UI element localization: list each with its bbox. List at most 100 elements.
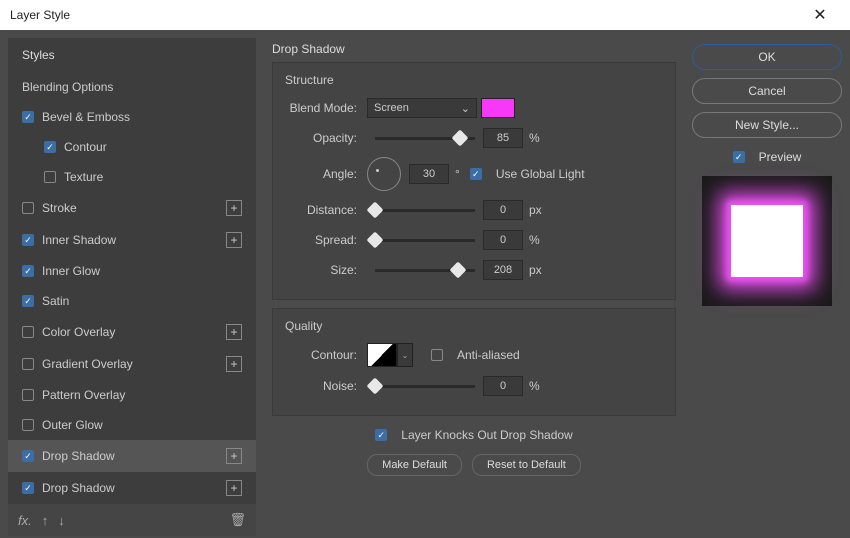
sidebar-item-label: Stroke xyxy=(42,201,77,215)
sidebar-item-contour[interactable]: ✓ Contour xyxy=(8,132,256,162)
knocks-out-label: Layer Knocks Out Drop Shadow xyxy=(401,428,572,442)
shadow-color-swatch[interactable] xyxy=(481,98,515,118)
style-checkbox[interactable]: ✓ xyxy=(22,450,34,462)
sidebar-item-label: Inner Shadow xyxy=(42,233,116,247)
add-effect-icon[interactable]: + xyxy=(226,200,242,216)
preview-box xyxy=(702,176,832,306)
sidebar-item-drop-shadow[interactable]: ✓ Drop Shadow + xyxy=(8,472,256,504)
preview-glow xyxy=(731,205,803,277)
sidebar-item-stroke[interactable]: Stroke + xyxy=(8,192,256,224)
sidebar-item-label: Bevel & Emboss xyxy=(42,110,130,124)
style-checkbox[interactable] xyxy=(22,202,34,214)
styles-sidebar: Styles Blending Options ✓Bevel & Emboss✓… xyxy=(8,38,256,530)
sidebar-blending-options[interactable]: Blending Options xyxy=(8,72,256,102)
sidebar-item-label: Outer Glow xyxy=(42,418,103,432)
size-slider[interactable] xyxy=(375,269,475,272)
style-checkbox[interactable]: ✓ xyxy=(22,111,34,123)
sidebar-item-inner-shadow[interactable]: ✓ Inner Shadow + xyxy=(8,224,256,256)
sidebar-item-texture[interactable]: Texture xyxy=(8,162,256,192)
ok-button[interactable]: OK xyxy=(692,44,842,70)
sidebar-item-label: Drop Shadow xyxy=(42,481,115,495)
sidebar-item-label: Texture xyxy=(64,170,103,184)
noise-label: Noise: xyxy=(285,379,367,393)
blend-mode-label: Blend Mode: xyxy=(285,101,367,115)
style-checkbox[interactable]: ✓ xyxy=(22,265,34,277)
distance-label: Distance: xyxy=(285,203,367,217)
new-style-button[interactable]: New Style... xyxy=(692,112,842,138)
sidebar-item-satin[interactable]: ✓ Satin xyxy=(8,286,256,316)
sidebar-item-label: Color Overlay xyxy=(42,325,115,339)
fx-icon[interactable]: fx. xyxy=(18,513,32,528)
style-checkbox[interactable]: ✓ xyxy=(44,141,56,153)
structure-group: Structure Blend Mode: Screen⌄ Opacity: %… xyxy=(272,62,676,300)
add-effect-icon[interactable]: + xyxy=(226,356,242,372)
sidebar-item-label: Drop Shadow xyxy=(42,449,115,463)
sidebar-item-label: Inner Glow xyxy=(42,264,100,278)
distance-input[interactable] xyxy=(483,200,523,220)
reset-default-button[interactable]: Reset to Default xyxy=(472,454,581,476)
opacity-input[interactable] xyxy=(483,128,523,148)
style-checkbox[interactable]: ✓ xyxy=(22,234,34,246)
size-input[interactable] xyxy=(483,260,523,280)
chevron-down-icon: ⌄ xyxy=(461,102,470,115)
arrow-down-icon[interactable]: ↓ xyxy=(58,513,65,528)
sidebar-header: Styles xyxy=(8,38,256,72)
sidebar-item-label: Contour xyxy=(64,140,107,154)
sidebar-item-gradient-overlay[interactable]: Gradient Overlay+ xyxy=(8,348,256,380)
spread-input[interactable] xyxy=(483,230,523,250)
contour-swatch[interactable] xyxy=(367,343,397,367)
sidebar-item-outer-glow[interactable]: Outer Glow xyxy=(8,410,256,440)
style-checkbox[interactable]: ✓ xyxy=(22,482,34,494)
title-bar: Layer Style ✕ xyxy=(0,0,850,30)
distance-slider[interactable] xyxy=(375,209,475,212)
global-light-checkbox[interactable]: ✓ xyxy=(470,168,482,180)
sidebar-item-color-overlay[interactable]: Color Overlay + xyxy=(8,316,256,348)
action-panel: OK Cancel New Style... ✓ Preview xyxy=(692,38,842,530)
settings-panel: Drop Shadow Structure Blend Mode: Screen… xyxy=(264,38,684,530)
global-light-label: Use Global Light xyxy=(496,167,585,181)
style-checkbox[interactable] xyxy=(22,419,34,431)
angle-dial[interactable] xyxy=(367,157,401,191)
contour-dropdown[interactable]: ⌄ xyxy=(397,343,413,367)
sidebar-item-label: Satin xyxy=(42,294,69,308)
trash-icon[interactable]: 🗑 xyxy=(229,512,246,528)
cancel-button[interactable]: Cancel xyxy=(692,78,842,104)
angle-input[interactable] xyxy=(409,164,449,184)
sidebar-item-inner-glow[interactable]: ✓ Inner Glow xyxy=(8,256,256,286)
sidebar-item-label: Pattern Overlay xyxy=(42,388,125,402)
style-checkbox[interactable]: ✓ xyxy=(22,295,34,307)
style-checkbox[interactable] xyxy=(44,171,56,183)
knocks-out-checkbox[interactable]: ✓ xyxy=(375,429,387,441)
contour-label: Contour: xyxy=(285,348,367,362)
size-label: Size: xyxy=(285,263,367,277)
style-checkbox[interactable] xyxy=(22,326,34,338)
add-effect-icon[interactable]: + xyxy=(226,324,242,340)
arrow-up-icon[interactable]: ↑ xyxy=(42,513,49,528)
opacity-label: Opacity: xyxy=(285,131,367,145)
noise-slider[interactable] xyxy=(375,385,475,388)
anti-aliased-label: Anti-aliased xyxy=(457,348,520,362)
sidebar-item-bevel-emboss[interactable]: ✓ Bevel & Emboss xyxy=(8,102,256,132)
add-effect-icon[interactable]: + xyxy=(226,448,242,464)
angle-label: Angle: xyxy=(285,167,367,181)
style-checkbox[interactable] xyxy=(22,358,34,370)
panel-title: Drop Shadow xyxy=(272,42,676,56)
anti-aliased-checkbox[interactable] xyxy=(431,349,443,361)
window-title: Layer Style xyxy=(10,8,70,22)
close-button[interactable]: ✕ xyxy=(800,0,840,30)
quality-group: Quality Contour: ⌄ Anti-aliased Noise: % xyxy=(272,308,676,416)
style-checkbox[interactable] xyxy=(22,389,34,401)
sidebar-item-drop-shadow[interactable]: ✓ Drop Shadow + xyxy=(8,440,256,472)
spread-slider[interactable] xyxy=(375,239,475,242)
blend-mode-dropdown[interactable]: Screen⌄ xyxy=(367,98,477,118)
preview-label: Preview xyxy=(759,150,802,164)
add-effect-icon[interactable]: + xyxy=(226,232,242,248)
noise-input[interactable] xyxy=(483,376,523,396)
make-default-button[interactable]: Make Default xyxy=(367,454,462,476)
spread-label: Spread: xyxy=(285,233,367,247)
sidebar-footer: fx. ↑ ↓ 🗑 xyxy=(8,504,256,536)
add-effect-icon[interactable]: + xyxy=(226,480,242,496)
sidebar-item-pattern-overlay[interactable]: Pattern Overlay xyxy=(8,380,256,410)
preview-checkbox[interactable]: ✓ xyxy=(733,151,745,163)
opacity-slider[interactable] xyxy=(375,137,475,140)
